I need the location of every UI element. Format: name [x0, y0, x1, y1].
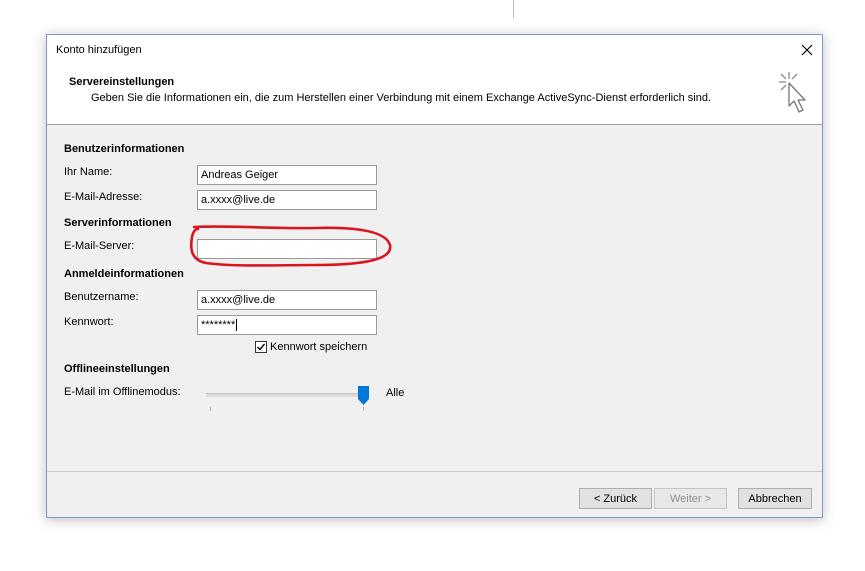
- dialog-title: Konto hinzufügen: [56, 44, 142, 56]
- dialog-footer: < Zurück Weiter > Abbrechen: [47, 471, 822, 517]
- wizard-header: Servereinstellungen Geben Sie die Inform…: [47, 65, 822, 124]
- header-title: Servereinstellungen: [69, 76, 175, 88]
- mail-server-label: E-Mail-Server:: [64, 240, 135, 252]
- section-offline: Offlineeinstellungen: [64, 363, 170, 375]
- checkbox-box[interactable]: [255, 341, 267, 353]
- next-button[interactable]: Weiter >: [654, 488, 727, 509]
- back-button[interactable]: < Zurück: [579, 488, 652, 509]
- close-icon: [801, 44, 813, 56]
- settings-panel: Benutzerinformationen Ihr Name: E-Mail-A…: [47, 125, 822, 471]
- cancel-button[interactable]: Abbrechen: [738, 488, 812, 509]
- section-user-info: Benutzerinformationen: [64, 143, 185, 155]
- password-mask: ********: [201, 319, 236, 331]
- slider-tick-min: [210, 407, 211, 411]
- mail-server-input[interactable]: [197, 239, 377, 259]
- name-input[interactable]: [197, 165, 377, 185]
- name-label: Ihr Name:: [64, 166, 113, 178]
- wizard-cursor-icon: [779, 72, 806, 113]
- text-caret: [236, 319, 238, 332]
- header-description: Geben Sie die Informationen ein, die zum…: [91, 92, 711, 104]
- title-bar: Konto hinzufügen: [47, 35, 822, 65]
- remember-password-checkbox[interactable]: Kennwort speichern: [255, 341, 367, 353]
- username-input[interactable]: [197, 290, 377, 310]
- slider-tick-max: [363, 407, 364, 411]
- email-input[interactable]: [197, 190, 377, 210]
- close-button[interactable]: [796, 39, 818, 61]
- offline-mode-label: E-Mail im Offlinemodus:: [64, 386, 181, 398]
- password-input[interactable]: ********: [197, 315, 377, 335]
- email-label: E-Mail-Adresse:: [64, 191, 143, 203]
- section-server-info: Serverinformationen: [64, 217, 172, 229]
- add-account-dialog: Konto hinzufügen Servereinstellungen Geb…: [46, 34, 823, 518]
- slider-thumb[interactable]: [358, 386, 369, 405]
- password-label: Kennwort:: [64, 316, 114, 328]
- background-divider: [513, 0, 514, 18]
- username-label: Benutzername:: [64, 291, 139, 303]
- checkmark-icon: [257, 343, 266, 351]
- remember-password-label: Kennwort speichern: [270, 341, 368, 353]
- offline-slider-track[interactable]: [206, 393, 365, 397]
- offline-mode-value: Alle: [386, 387, 405, 399]
- section-login-info: Anmeldeinformationen: [64, 268, 184, 280]
